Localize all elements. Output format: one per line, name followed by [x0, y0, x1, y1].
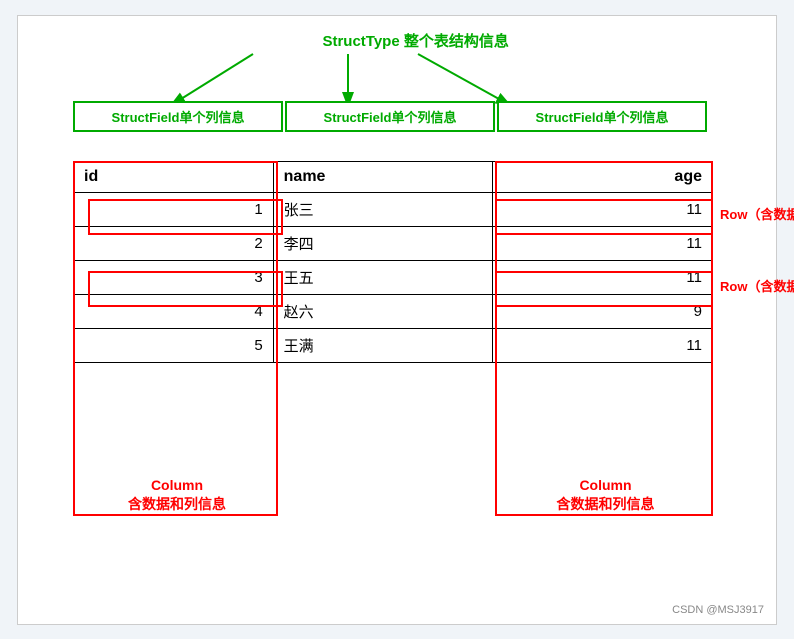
- cell-id-3: 3: [74, 260, 274, 294]
- cell-name-2: 李四: [273, 226, 493, 260]
- cell-age-1: 11: [493, 192, 713, 226]
- cell-id-4: 4: [74, 294, 274, 328]
- main-table-wrapper: id name age 1 张三 11 2 李四 11 3 王五: [73, 161, 713, 363]
- struct-field-box-3: StructField单个列信息: [497, 101, 707, 132]
- table-row: 2 李四 11: [74, 226, 713, 260]
- struct-fields-row: StructField单个列信息 StructField单个列信息 Struct…: [73, 101, 713, 132]
- struct-field-box-1: StructField单个列信息: [73, 101, 283, 132]
- table-row: 5 王满 11: [74, 328, 713, 362]
- header-age: age: [493, 161, 713, 192]
- cell-name-5: 王满: [273, 328, 493, 362]
- cell-age-3: 11: [493, 260, 713, 294]
- header-id: id: [74, 161, 274, 192]
- cell-name-3: 王五: [273, 260, 493, 294]
- table-row: 1 张三 11: [74, 192, 713, 226]
- struct-type-label: StructType 整个表结构信息: [322, 30, 508, 51]
- struct-field-box-2: StructField单个列信息: [285, 101, 495, 132]
- cell-name-4: 赵六: [273, 294, 493, 328]
- table-row: 4 赵六 9: [74, 294, 713, 328]
- cell-id-2: 2: [74, 226, 274, 260]
- diagram-container: StructType 整个表结构信息 StructField单个列信息 Stru…: [17, 15, 777, 625]
- col-label-1: Column 含数据和列信息: [78, 476, 276, 515]
- cell-id-1: 1: [74, 192, 274, 226]
- data-table: id name age 1 张三 11 2 李四 11 3 王五: [73, 161, 713, 363]
- table-row: 3 王五 11: [74, 260, 713, 294]
- cell-id-5: 5: [74, 328, 274, 362]
- cell-age-4: 9: [493, 294, 713, 328]
- cell-age-2: 11: [493, 226, 713, 260]
- row-label-1: Row（含数据）: [720, 204, 794, 223]
- cell-name-1: 张三: [273, 192, 493, 226]
- row-label-2: Row（含数据）: [720, 276, 794, 295]
- watermark: CSDN @MSJ3917: [672, 604, 764, 616]
- cell-age-5: 11: [493, 328, 713, 362]
- col-label-2: Column 含数据和列信息: [498, 476, 713, 515]
- header-name: name: [273, 161, 493, 192]
